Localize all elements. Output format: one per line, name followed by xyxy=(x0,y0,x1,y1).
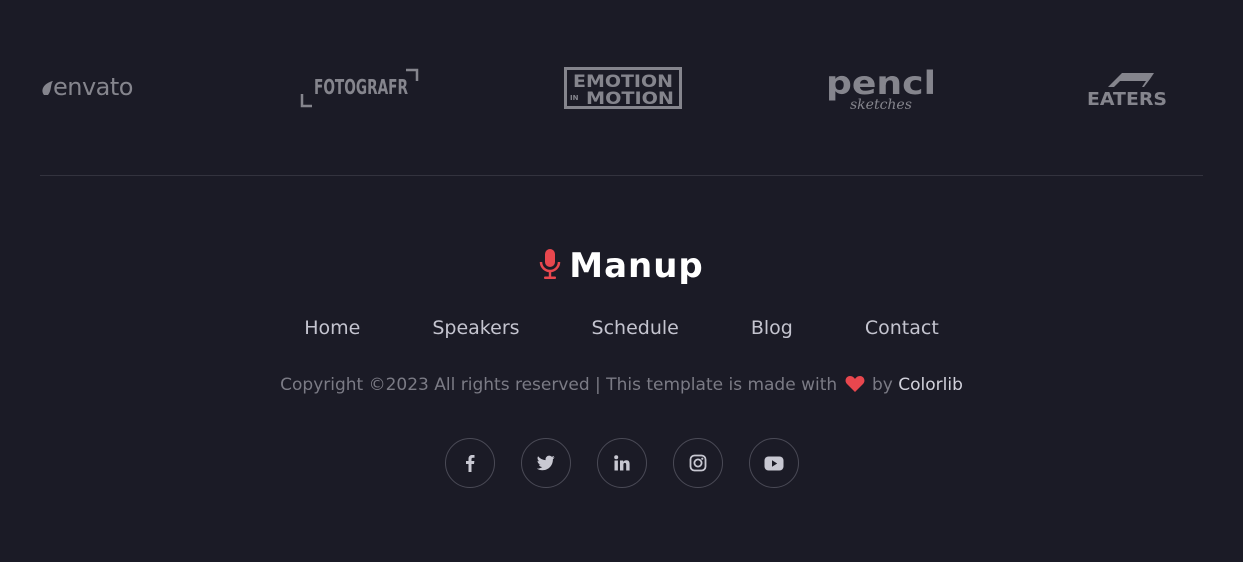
emotion-logo-bottom: MOTION xyxy=(586,89,674,109)
copyright-prefix: Copyright ©2023 All rights reserved | Th… xyxy=(280,375,838,395)
footer-nav: Home Speakers Schedule Blog Contact xyxy=(0,312,1243,344)
nav-item-home[interactable]: Home xyxy=(304,312,360,344)
linkedin-button[interactable] xyxy=(596,438,647,488)
twitter-icon xyxy=(536,455,555,471)
instagram-button[interactable] xyxy=(672,438,723,488)
fotografr-logo[interactable]: FOTOGRAFR xyxy=(300,58,424,118)
nav-item-blog[interactable]: Blog xyxy=(751,312,793,344)
pencil-sketches-logo[interactable]: pencl sketches xyxy=(822,58,940,118)
facebook-button[interactable] xyxy=(444,438,495,488)
colorlib-link[interactable]: Colorlib xyxy=(898,375,963,395)
linkedin-icon xyxy=(613,455,630,471)
instagram-icon xyxy=(689,454,707,472)
section-divider xyxy=(40,175,1203,176)
fotografr-logo-text: FOTOGRAFR xyxy=(314,75,408,99)
nav-item-speakers[interactable]: Speakers xyxy=(432,312,519,344)
partner-logos: envato FOTOGRAFR EMOTION IN MOTION pencl… xyxy=(40,58,1203,118)
emotion-logo-in: IN xyxy=(570,94,579,102)
envato-logo[interactable]: envato xyxy=(40,58,162,118)
nav-item-contact[interactable]: Contact xyxy=(865,312,939,344)
nav-item-schedule[interactable]: Schedule xyxy=(592,312,679,344)
envato-logo-text: envato xyxy=(53,73,133,101)
heart-icon xyxy=(845,375,865,401)
youtube-icon xyxy=(764,456,784,471)
brand-name: Manup xyxy=(569,246,704,286)
facebook-icon xyxy=(465,454,475,472)
pencil-logo-subtext: sketches xyxy=(850,97,912,112)
eaters-logo-text: EATERS xyxy=(1087,89,1167,110)
eaters-logo[interactable]: EATERS xyxy=(1084,58,1170,118)
social-links xyxy=(0,438,1243,488)
emotion-in-motion-logo[interactable]: EMOTION IN MOTION xyxy=(562,58,684,118)
footer-brand[interactable]: Manup xyxy=(0,244,1243,288)
copyright-text: Copyright ©2023 All rights reserved | Th… xyxy=(0,372,1243,398)
copyright-by: by xyxy=(871,375,893,395)
footer-section: envato FOTOGRAFR EMOTION IN MOTION pencl… xyxy=(0,0,1243,562)
youtube-button[interactable] xyxy=(748,438,799,488)
microphone-icon xyxy=(539,248,561,284)
twitter-button[interactable] xyxy=(520,438,571,488)
